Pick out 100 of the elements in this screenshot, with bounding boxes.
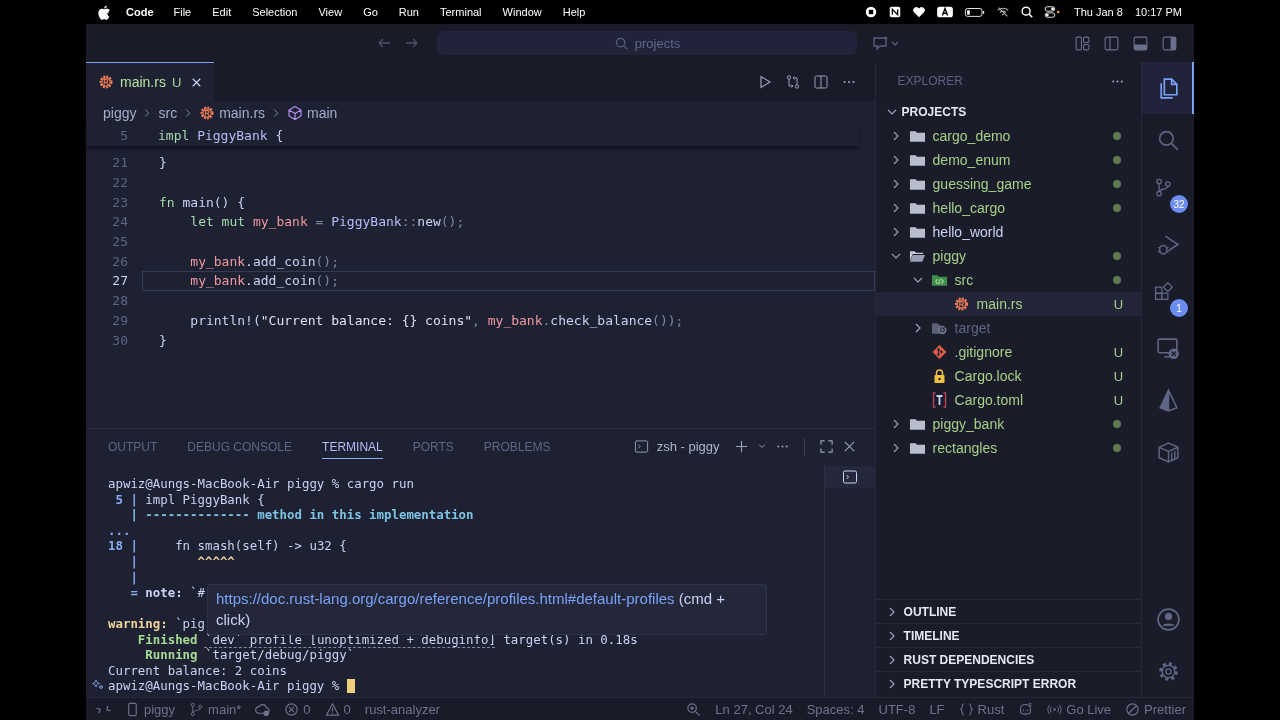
compare-changes-icon[interactable] bbox=[784, 73, 801, 90]
sparkle-icon[interactable] bbox=[92, 679, 104, 692]
breadcrumb-item[interactable]: src bbox=[158, 104, 178, 121]
notion-icon[interactable] bbox=[888, 5, 902, 19]
editor-tab[interactable]: main.rs U bbox=[86, 62, 215, 101]
search-icon[interactable] bbox=[1020, 5, 1034, 19]
terminal-line: warning: `pig bbox=[108, 616, 205, 632]
tree-item[interactable]: Cargo.lock bbox=[954, 368, 1022, 384]
menu-item[interactable]: Selection bbox=[252, 6, 298, 18]
menu-item[interactable]: View bbox=[318, 6, 343, 18]
target-folder-icon bbox=[930, 320, 948, 336]
tree-item[interactable]: piggy_bank bbox=[932, 416, 1005, 432]
terminal-line: 18 | fn smash(self) -> u32 { bbox=[108, 538, 347, 554]
status-item[interactable]: LF bbox=[929, 701, 945, 717]
menu-item[interactable]: Window bbox=[502, 6, 542, 18]
selected-row[interactable]: main.rs U bbox=[875, 292, 1142, 316]
tree-item[interactable]: cargo_demo bbox=[932, 128, 1011, 144]
status-item[interactable]: Spaces: 4 bbox=[806, 701, 865, 717]
git-status-label: U bbox=[1113, 296, 1124, 312]
tree-item[interactable]: piggy bbox=[932, 248, 967, 264]
split-editor-icon[interactable] bbox=[812, 73, 829, 90]
menu-item[interactable]: Terminal bbox=[440, 6, 482, 18]
prettier-status[interactable]: Prettier bbox=[1125, 701, 1186, 717]
terminal-instance-button[interactable] bbox=[824, 466, 875, 488]
breadcrumb-item[interactable]: piggy bbox=[103, 104, 137, 121]
device-icon bbox=[125, 701, 140, 717]
language-mode[interactable]: Rust bbox=[958, 701, 1005, 717]
docs-link[interactable]: https://doc.rust-lang.org/cargo/reference/profiles.html#default-profiles bbox=[216, 590, 675, 607]
folder-icon bbox=[908, 416, 926, 432]
section-header[interactable]: PRETTY TYPESCRIPT ERROR bbox=[903, 676, 1077, 691]
warning-count[interactable]: 0 bbox=[324, 701, 351, 717]
extensions-icon[interactable] bbox=[1152, 280, 1174, 302]
cloud-sync-icon[interactable] bbox=[255, 701, 271, 717]
breadcrumb-item[interactable]: main.rs bbox=[219, 104, 266, 121]
control-center-icon[interactable] bbox=[1044, 5, 1062, 19]
layout-icon[interactable] bbox=[1074, 34, 1091, 52]
heart-icon[interactable] bbox=[912, 5, 926, 19]
container-icon[interactable] bbox=[1155, 439, 1181, 465]
copilot-icon[interactable] bbox=[1018, 701, 1034, 717]
project-indicator[interactable]: piggy bbox=[125, 701, 176, 717]
battery-icon[interactable] bbox=[964, 5, 986, 19]
section-header[interactable]: TIMELINE bbox=[903, 628, 960, 643]
secondary-sidebar-icon[interactable] bbox=[1161, 34, 1178, 52]
code-line: let mut my_bank = PiggyBank::new(); bbox=[189, 214, 465, 230]
line-number: 27 bbox=[111, 273, 128, 289]
rust-file-icon bbox=[199, 104, 216, 121]
code-line: println!("Current balance: {} coins", my_bank.check_balance()); bbox=[189, 312, 684, 328]
panel-toggle-icon[interactable] bbox=[1132, 34, 1149, 52]
apple-icon[interactable] bbox=[97, 4, 111, 20]
section-header[interactable]: OUTLINE bbox=[903, 604, 957, 619]
go-live-button[interactable]: Go Live bbox=[1047, 701, 1112, 717]
tree-item[interactable]: src bbox=[954, 272, 974, 288]
record-icon[interactable] bbox=[864, 5, 878, 19]
menu-item[interactable]: Run bbox=[398, 6, 419, 18]
status-item[interactable]: rust-analyzer bbox=[364, 701, 440, 717]
section-header[interactable]: RUST DEPENDENCIES bbox=[903, 652, 1035, 667]
menu-item[interactable]: File bbox=[173, 6, 192, 18]
tree-item[interactable]: hello_cargo bbox=[932, 200, 1005, 216]
status-item[interactable]: UTF-8 bbox=[878, 701, 916, 717]
menu-bar-time[interactable]: 10:17 PM bbox=[1134, 6, 1182, 18]
keyboard-input-icon[interactable] bbox=[936, 5, 954, 19]
breadcrumb-item[interactable]: main bbox=[307, 104, 338, 121]
code-line: my_bank.add_coin(); bbox=[189, 273, 340, 289]
terminal-line: | -------------- method in this implementation bbox=[129, 507, 474, 523]
tree-item[interactable]: guessing_game bbox=[932, 176, 1032, 192]
section-header[interactable]: PROJECTS bbox=[901, 105, 967, 119]
menu-item[interactable]: Go bbox=[363, 6, 378, 18]
code-folder-icon bbox=[930, 272, 948, 288]
code-line: } bbox=[159, 155, 167, 171]
toml-file-icon bbox=[930, 392, 948, 408]
count-badge: 32 bbox=[1170, 195, 1189, 213]
wifi-off-icon[interactable] bbox=[996, 5, 1010, 19]
sidebar-toggle-icon[interactable] bbox=[1103, 34, 1120, 52]
error-count[interactable]: 0 bbox=[284, 701, 311, 717]
tree-item[interactable]: .gitignore bbox=[954, 344, 1013, 360]
tree-item[interactable]: hello_world bbox=[932, 224, 1004, 240]
folder-icon bbox=[908, 440, 926, 456]
tree-item[interactable]: demo_enum bbox=[932, 152, 1011, 168]
tree-item[interactable]: rectangles bbox=[932, 440, 998, 456]
braces-icon bbox=[958, 701, 974, 717]
account-icon[interactable] bbox=[1155, 606, 1181, 632]
zoom-icon[interactable] bbox=[686, 701, 702, 717]
remote-explorer-icon[interactable] bbox=[1155, 335, 1181, 361]
terminal-line: apwiz@Aungs-MacBook-Air piggy % cargo run bbox=[108, 476, 414, 492]
tree-item[interactable]: Cargo.toml bbox=[954, 392, 1024, 408]
app-menu[interactable]: Code bbox=[126, 6, 154, 18]
maximize-icon[interactable] bbox=[818, 439, 834, 454]
menu-item[interactable]: Help bbox=[562, 6, 586, 18]
menu-bar-date[interactable]: Thu Jan 8 bbox=[1074, 6, 1123, 18]
terminal-name[interactable]: zsh - piggy bbox=[656, 439, 720, 454]
terminal-line: Running `target/debug/piggy` bbox=[144, 647, 355, 663]
active-view-tab[interactable] bbox=[1142, 62, 1194, 114]
status-item[interactable]: Ln 27, Col 24 bbox=[715, 701, 793, 717]
code-line: impl PiggyBank { bbox=[158, 127, 284, 143]
tree-item[interactable]: main.rs bbox=[976, 296, 1023, 312]
code-line: } bbox=[159, 332, 167, 348]
panel-tab[interactable]: TERMINAL bbox=[322, 434, 383, 459]
branch-indicator[interactable]: main* bbox=[189, 701, 242, 717]
plus-icon[interactable] bbox=[733, 439, 749, 454]
menu-item[interactable]: Edit bbox=[212, 6, 232, 18]
